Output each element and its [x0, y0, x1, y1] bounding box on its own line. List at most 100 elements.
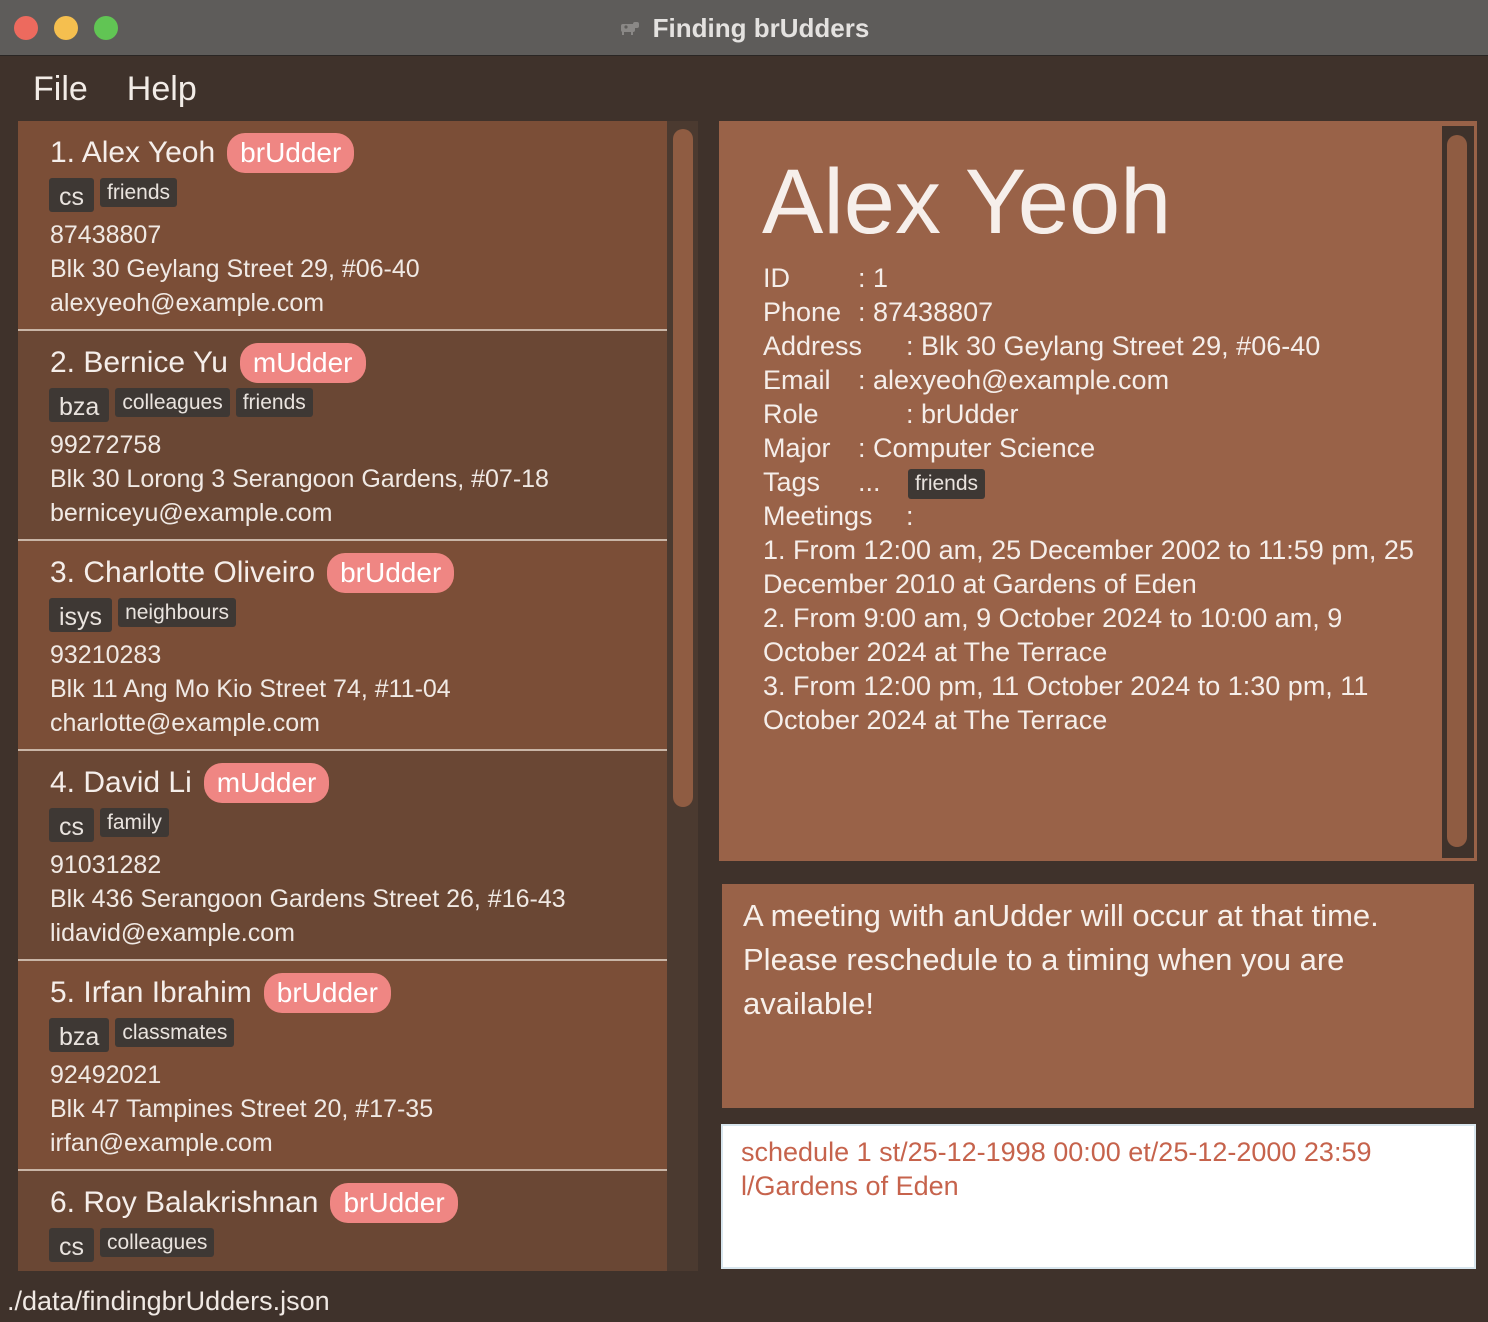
person-card[interactable]: 6. Roy Balakrishnan brUdder cs colleague…: [18, 1171, 667, 1271]
person-card-header: 3. Charlotte Oliveiro brUdder: [50, 553, 455, 593]
person-card[interactable]: 5. Irfan Ibrahim brUdder bza classmates …: [18, 961, 667, 1171]
menu-file[interactable]: File: [33, 70, 88, 109]
meeting-item: 3. From 12:00 pm, 11 October 2024 to 1:3…: [763, 671, 1369, 735]
detail-scroll-thumb[interactable]: [1447, 135, 1467, 847]
detail-id-row: ID : 1: [763, 261, 1435, 295]
command-input-text[interactable]: schedule 1 st/25-12-1998 00:00 et/25-12-…: [741, 1135, 1441, 1203]
detail-meetings-sep: :: [906, 501, 914, 531]
detail-meetings-label: Meetings: [763, 501, 873, 531]
person-email: charlotte@example.com: [50, 709, 320, 737]
detail-tag: friends: [908, 469, 986, 499]
person-name: 6. Roy Balakrishnan: [50, 1186, 319, 1219]
tag: family: [100, 808, 169, 837]
major-tag: cs: [49, 178, 94, 212]
detail-tags-sep: ...: [858, 467, 881, 497]
result-display: A meeting with anUdder will occur at tha…: [722, 884, 1474, 1108]
role-badge: brUdder: [327, 553, 455, 593]
title-bar[interactable]: Finding brUdders: [0, 0, 1488, 56]
detail-id-label: ID: [763, 263, 790, 293]
detail-tags-row: Tags ... friends: [763, 465, 1435, 499]
detail-role-label: Role: [763, 399, 819, 429]
person-email: lidavid@example.com: [50, 919, 295, 947]
command-input[interactable]: schedule 1 st/25-12-1998 00:00 et/25-12-…: [721, 1124, 1476, 1269]
detail-address-value: : Blk 30 Geylang Street 29, #06-40: [906, 331, 1321, 361]
person-email: alexyeoh@example.com: [50, 289, 325, 317]
detail-email-value: : alexyeoh@example.com: [858, 365, 1170, 395]
person-tags: bza classmates: [49, 1018, 240, 1052]
role-badge: brUdder: [263, 973, 391, 1013]
person-name: 3. Charlotte Oliveiro: [50, 556, 316, 589]
person-detail-panel: Alex Yeoh ID : 1 Phone : 87438807 Addres…: [719, 121, 1477, 861]
meeting-item: 1. From 12:00 am, 25 December 2002 to 11…: [763, 535, 1414, 599]
person-tags: isys neighbours: [49, 598, 242, 632]
result-message: A meeting with anUdder will occur at tha…: [743, 898, 1379, 1021]
major-tag: bza: [49, 1018, 110, 1052]
person-address: Blk 436 Serangoon Gardens Street 26, #16…: [50, 885, 566, 913]
person-phone: 93210283: [50, 641, 162, 669]
person-list-scroll-thumb[interactable]: [673, 129, 693, 807]
detail-email-row: Email : alexyeoh@example.com: [763, 363, 1435, 397]
detail-body: ID : 1 Phone : 87438807 Address : Blk 30…: [763, 261, 1435, 737]
major-tag: isys: [49, 598, 113, 632]
person-tags: cs family: [49, 808, 175, 842]
person-card-header: 5. Irfan Ibrahim brUdder: [50, 973, 391, 1013]
tag: colleagues: [100, 1228, 215, 1257]
menu-help[interactable]: Help: [127, 70, 197, 109]
person-card[interactable]: 4. David Li mUdder cs family 91031282 Bl…: [18, 751, 667, 961]
meeting-item: 2. From 9:00 am, 9 October 2024 to 10:00…: [763, 603, 1343, 667]
tag: friends: [100, 178, 178, 207]
detail-phone-value: : 87438807: [858, 297, 994, 327]
title-wrap: Finding brUdders: [0, 0, 1488, 56]
detail-id-value: : 1: [858, 263, 889, 293]
tag: friends: [235, 388, 313, 417]
person-address: Blk 11 Ang Mo Kio Street 74, #11-04: [50, 675, 451, 703]
tag: classmates: [115, 1018, 235, 1047]
detail-address-label: Address: [763, 331, 863, 361]
major-tag: cs: [49, 808, 94, 842]
person-list: 1. Alex Yeoh brUdder cs friends 87438807…: [18, 121, 667, 1271]
detail-tags-wrap: friends: [908, 464, 986, 499]
detail-name: Alex Yeoh: [762, 151, 1172, 253]
role-badge: brUdder: [330, 1183, 458, 1223]
detail-meetings-row: Meetings :: [763, 499, 1435, 533]
person-name: 4. David Li: [50, 766, 192, 799]
cow-icon: [619, 20, 641, 36]
app-window: Finding brUdders File Help 1. Alex Yeoh …: [0, 0, 1488, 1322]
detail-major-row: Major : Computer Science: [763, 431, 1435, 465]
detail-phone-label: Phone: [763, 297, 842, 327]
person-list-panel[interactable]: 1. Alex Yeoh brUdder cs friends 87438807…: [18, 121, 698, 1271]
person-card-header: 6. Roy Balakrishnan brUdder: [50, 1183, 458, 1223]
major-tag: cs: [49, 1228, 94, 1262]
person-email: berniceyu@example.com: [50, 499, 333, 527]
window-title: Finding brUdders: [652, 12, 870, 43]
detail-major-value: : Computer Science: [858, 433, 1096, 463]
person-card[interactable]: 1. Alex Yeoh brUdder cs friends 87438807…: [18, 121, 667, 331]
detail-role-value: : brUdder: [906, 399, 1019, 429]
detail-email-label: Email: [763, 365, 831, 395]
person-phone: 87438807: [50, 221, 162, 249]
person-name: 5. Irfan Ibrahim: [50, 976, 252, 1009]
person-address: Blk 30 Lorong 3 Serangoon Gardens, #07-1…: [50, 465, 549, 493]
person-phone: 99272758: [50, 431, 162, 459]
person-tags: bza colleagues friends: [49, 388, 319, 422]
major-tag: bza: [49, 388, 110, 422]
person-name: 2. Bernice Yu: [50, 346, 228, 379]
person-card[interactable]: 2. Bernice Yu mUdder bza colleagues frie…: [18, 331, 667, 541]
tag: colleagues: [115, 388, 230, 417]
person-address: Blk 47 Tampines Street 20, #17-35: [50, 1095, 434, 1123]
detail-address-row: Address : Blk 30 Geylang Street 29, #06-…: [763, 329, 1435, 363]
person-card-header: 2. Bernice Yu mUdder: [50, 343, 366, 383]
person-tags: cs colleagues: [49, 1228, 220, 1262]
role-badge: mUdder: [203, 763, 330, 803]
person-phone: 91031282: [50, 851, 162, 879]
menu-bar: File Help: [0, 57, 1488, 121]
person-card[interactable]: 3. Charlotte Oliveiro brUdder isys neigh…: [18, 541, 667, 751]
detail-role-row: Role : brUdder: [763, 397, 1435, 431]
role-badge: mUdder: [239, 343, 366, 383]
person-card-header: 1. Alex Yeoh brUdder: [50, 133, 355, 173]
person-name: 1. Alex Yeoh: [50, 136, 216, 169]
person-phone: 92492021: [50, 1061, 162, 1089]
person-card-header: 4. David Li mUdder: [50, 763, 330, 803]
person-email: irfan@example.com: [50, 1129, 273, 1157]
status-file-path: ./data/findingbrUdders.json: [7, 1286, 330, 1316]
